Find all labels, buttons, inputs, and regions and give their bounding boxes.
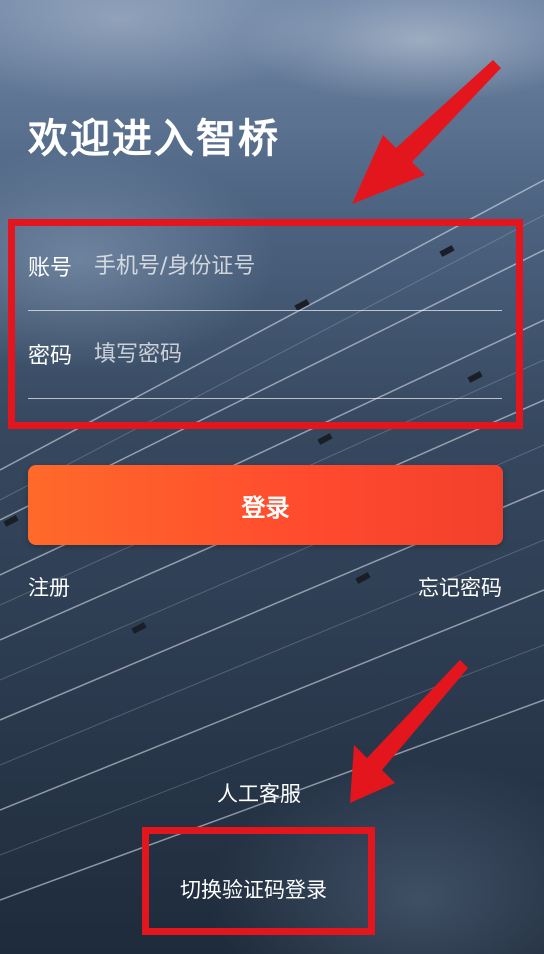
annotation-arrow-icon xyxy=(350,60,501,803)
